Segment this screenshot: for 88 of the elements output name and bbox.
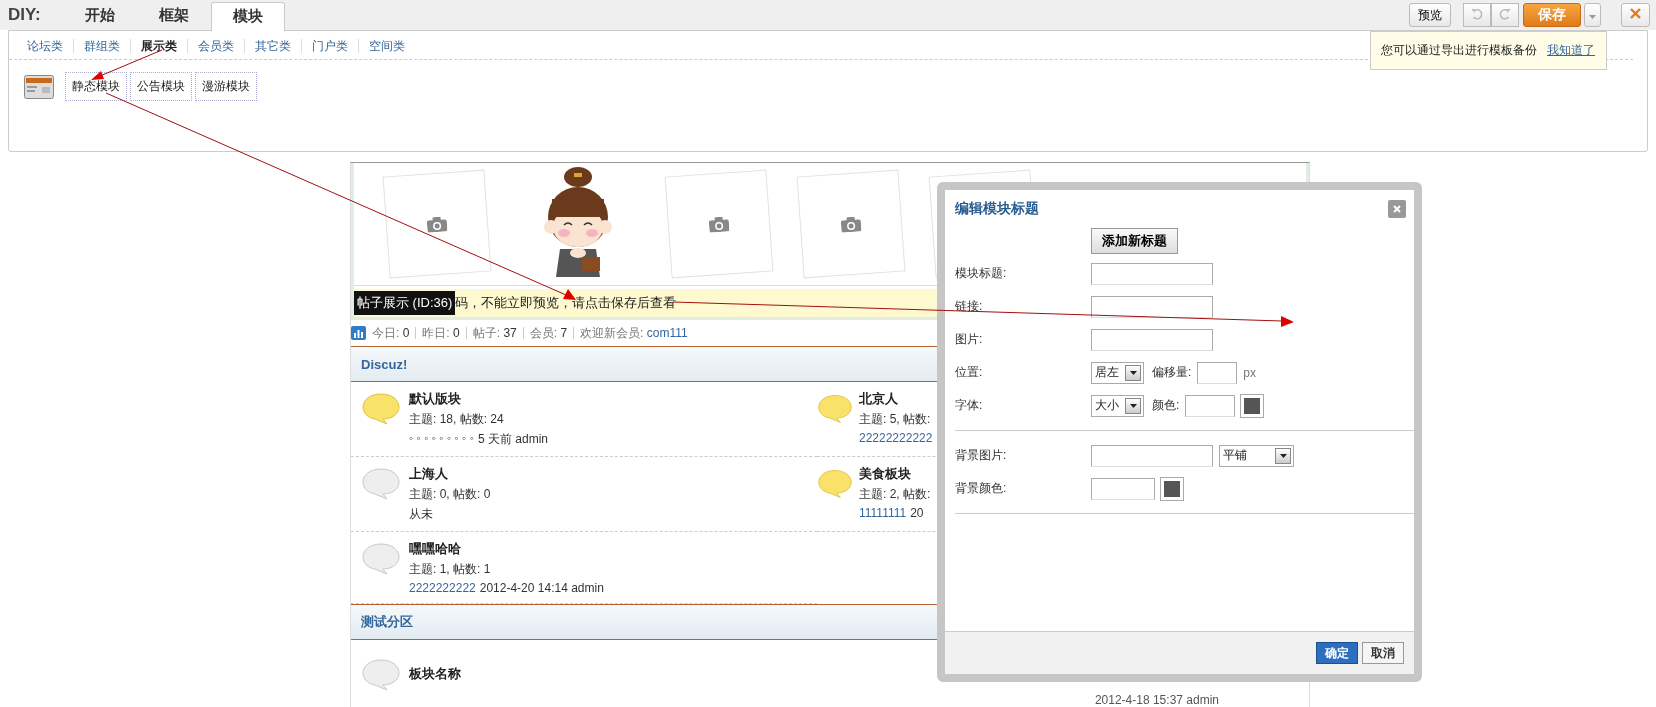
text-field[interactable] xyxy=(1091,262,1213,285)
tip-link[interactable]: 我知道了 xyxy=(1547,42,1595,59)
close-button[interactable] xyxy=(1388,200,1406,218)
field-label: 链接: xyxy=(955,298,984,315)
last-post-info: 20 xyxy=(910,506,924,520)
last-post-link[interactable]: 2222222222 xyxy=(409,581,476,595)
redo-icon xyxy=(1498,6,1512,21)
tip-text: 您可以通过导出进行模板备份 xyxy=(1381,42,1537,59)
category-link[interactable]: 其它类 xyxy=(244,39,301,53)
last-post-info: 5 天前 admin xyxy=(477,431,548,448)
field-label: 背景图片: xyxy=(955,447,1008,464)
module-item[interactable]: 漫游模块 xyxy=(195,72,257,101)
field-label: 偏移量: xyxy=(1152,364,1192,381)
stat-item: 会员: 7 xyxy=(522,327,574,339)
color-field[interactable] xyxy=(1091,477,1155,500)
last-post-link[interactable]: 22222222222 xyxy=(859,431,933,445)
toolbar-tab[interactable]: 模块 xyxy=(210,2,285,31)
save-options-button[interactable] xyxy=(1584,3,1601,27)
repeat-dropdown[interactable]: 平铺 xyxy=(1219,444,1294,467)
close-icon xyxy=(1393,205,1401,213)
category-link[interactable]: 展示类 xyxy=(130,39,187,53)
stat-item: 今日: 0 xyxy=(372,327,411,339)
add-title-button[interactable]: 添加新标题 xyxy=(1091,227,1178,254)
undo-icon xyxy=(1470,6,1484,21)
toolbar-tab[interactable]: 开始 xyxy=(62,1,137,30)
caret-icon xyxy=(1279,453,1287,458)
notice-text: 码，不能立即预览，请点击保存后查看 xyxy=(455,294,677,312)
module-item[interactable]: 静态模块 xyxy=(65,72,127,101)
diy-logo: DIY: xyxy=(8,5,41,25)
forum-name[interactable]: 北京人 xyxy=(859,390,898,408)
unit-label: px xyxy=(1243,365,1257,380)
color-field[interactable] xyxy=(1185,394,1236,417)
camera-icon xyxy=(840,215,862,233)
confirm-button[interactable]: 确定 xyxy=(1316,642,1358,664)
cancel-button[interactable]: 取消 xyxy=(1362,642,1404,664)
text-field[interactable] xyxy=(1091,328,1213,351)
forum-counts: 主题: 0, 帖数: 0 xyxy=(409,486,491,503)
undo-button[interactable] xyxy=(1463,3,1491,27)
caret-icon xyxy=(1129,403,1137,408)
close-icon xyxy=(1629,7,1642,20)
camera-icon xyxy=(426,215,448,233)
last-post-link[interactable]: ◦ ◦ ◦ ◦ ◦ ◦ ◦ ◦ ◦ xyxy=(409,431,474,448)
field-label: 背景颜色: xyxy=(955,480,1008,497)
forum-counts: 主题: 2, 帖数: xyxy=(859,486,931,503)
last-post-info: 从未 xyxy=(409,506,433,523)
dialog-title: 编辑模块标题 xyxy=(955,200,1039,218)
stat-item: 欢迎新会员: com111 xyxy=(573,327,694,339)
section-title[interactable]: Discuz! xyxy=(361,356,408,372)
category-link[interactable]: 门户类 xyxy=(301,39,358,53)
forum-name[interactable]: 嘿嘿哈哈 xyxy=(409,540,461,558)
forum-counts: 主题: 5, 帖数: xyxy=(859,411,931,428)
category-link[interactable]: 论坛类 xyxy=(19,39,73,53)
forum-name[interactable]: 默认版块 xyxy=(409,390,461,408)
forum-counts: 主题: 18, 帖数: 24 xyxy=(409,411,504,428)
camera-icon xyxy=(708,215,730,233)
forum-name[interactable]: 上海人 xyxy=(409,465,448,483)
bar-chart-icon xyxy=(351,326,366,340)
last-post-info: 2012-4-20 14:14 admin xyxy=(479,581,604,595)
preview-button[interactable]: 预览 xyxy=(1409,3,1451,27)
stat-item: 昨日: 0 xyxy=(415,327,466,339)
close-button[interactable] xyxy=(1621,3,1650,27)
redo-button[interactable] xyxy=(1491,3,1519,27)
last-post-link[interactable]: 11111111 xyxy=(859,506,907,520)
module-item[interactable]: 公告模块 xyxy=(130,72,192,101)
toolbar-tab[interactable]: 框架 xyxy=(136,1,211,30)
forum-counts: 主题: 1, 帖数: 1 xyxy=(409,561,491,578)
field-label: 位置: xyxy=(955,364,984,381)
field-label: 颜色: xyxy=(1152,397,1180,414)
forum-name[interactable]: 板块名称 xyxy=(409,665,461,683)
stat-item: 帖子: 37 xyxy=(465,327,523,339)
field-label: 图片: xyxy=(955,331,984,348)
font-size-dropdown[interactable]: 大小 xyxy=(1091,394,1144,417)
category-link[interactable]: 会员类 xyxy=(187,39,244,53)
caret-icon xyxy=(1129,370,1137,375)
category-link[interactable]: 群组类 xyxy=(73,39,130,53)
caret-icon xyxy=(1589,15,1596,19)
forum-name[interactable]: 美食板块 xyxy=(859,465,911,483)
field-label: 模块标题: xyxy=(955,265,1008,282)
text-field[interactable] xyxy=(1091,295,1213,318)
position-dropdown[interactable]: 居左 xyxy=(1091,361,1144,384)
category-link[interactable]: 空间类 xyxy=(358,39,415,53)
offset-field[interactable] xyxy=(1197,361,1238,384)
module-icon xyxy=(24,74,54,99)
text-field[interactable] xyxy=(1091,444,1213,467)
field-label: 字体: xyxy=(955,397,984,414)
last-post: 2012-4-18 15:37 admin xyxy=(1094,693,1219,707)
block-label: 帖子展示 (ID:36) xyxy=(354,291,456,315)
section-title[interactable]: 测试分区 xyxy=(361,613,413,631)
